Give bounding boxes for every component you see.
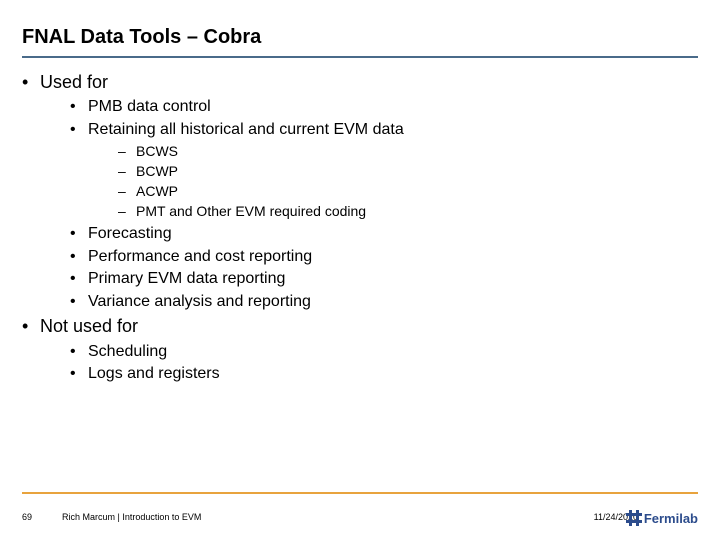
- section-heading: Used for PMB data control Retaining all …: [22, 70, 698, 312]
- list-item: Forecasting: [70, 223, 698, 245]
- list-item-text: PMB data control: [88, 98, 211, 115]
- list-item: Scheduling: [70, 341, 698, 363]
- list-item-text: Primary EVM data reporting: [88, 270, 285, 287]
- footer: 69 Rich Marcum | Introduction to EVM 11/…: [22, 502, 698, 526]
- list-item: Retaining all historical and current EVM…: [70, 119, 698, 221]
- list-item-text: Scheduling: [88, 343, 167, 360]
- list-item: Logs and registers: [70, 363, 698, 385]
- slide-content: Used for PMB data control Retaining all …: [22, 70, 698, 389]
- section-heading-text: Not used for: [40, 316, 138, 336]
- section-heading-text: Used for: [40, 72, 108, 92]
- section-heading: Not used for Scheduling Logs and registe…: [22, 314, 698, 384]
- sub-list-item: BCWP: [118, 162, 698, 181]
- title-underline: [22, 56, 698, 58]
- logo-text: Fermilab: [644, 511, 698, 526]
- list-item-text: Variance analysis and reporting: [88, 293, 311, 310]
- page-number: 69: [22, 512, 32, 522]
- sub-list-item: BCWS: [118, 142, 698, 161]
- sub-list-item: ACWP: [118, 182, 698, 201]
- fermilab-logo: Fermilab: [626, 510, 698, 526]
- list-item: Primary EVM data reporting: [70, 268, 698, 290]
- list-item-text: Retaining all historical and current EVM…: [88, 121, 404, 138]
- fermilab-logo-icon: [626, 510, 642, 526]
- sub-list-item: PMT and Other EVM required coding: [118, 202, 698, 221]
- presenter-info: Rich Marcum | Introduction to EVM: [62, 512, 201, 522]
- list-item-text: Forecasting: [88, 225, 172, 242]
- list-item-text: Performance and cost reporting: [88, 248, 312, 265]
- list-item-text: Logs and registers: [88, 365, 220, 382]
- slide-title: FNAL Data Tools – Cobra: [22, 26, 261, 49]
- slide: FNAL Data Tools – Cobra Used for PMB dat…: [0, 0, 720, 540]
- list-item: Variance analysis and reporting: [70, 291, 698, 313]
- list-item: Performance and cost reporting: [70, 246, 698, 268]
- footer-divider: [22, 492, 698, 494]
- list-item: PMB data control: [70, 96, 698, 118]
